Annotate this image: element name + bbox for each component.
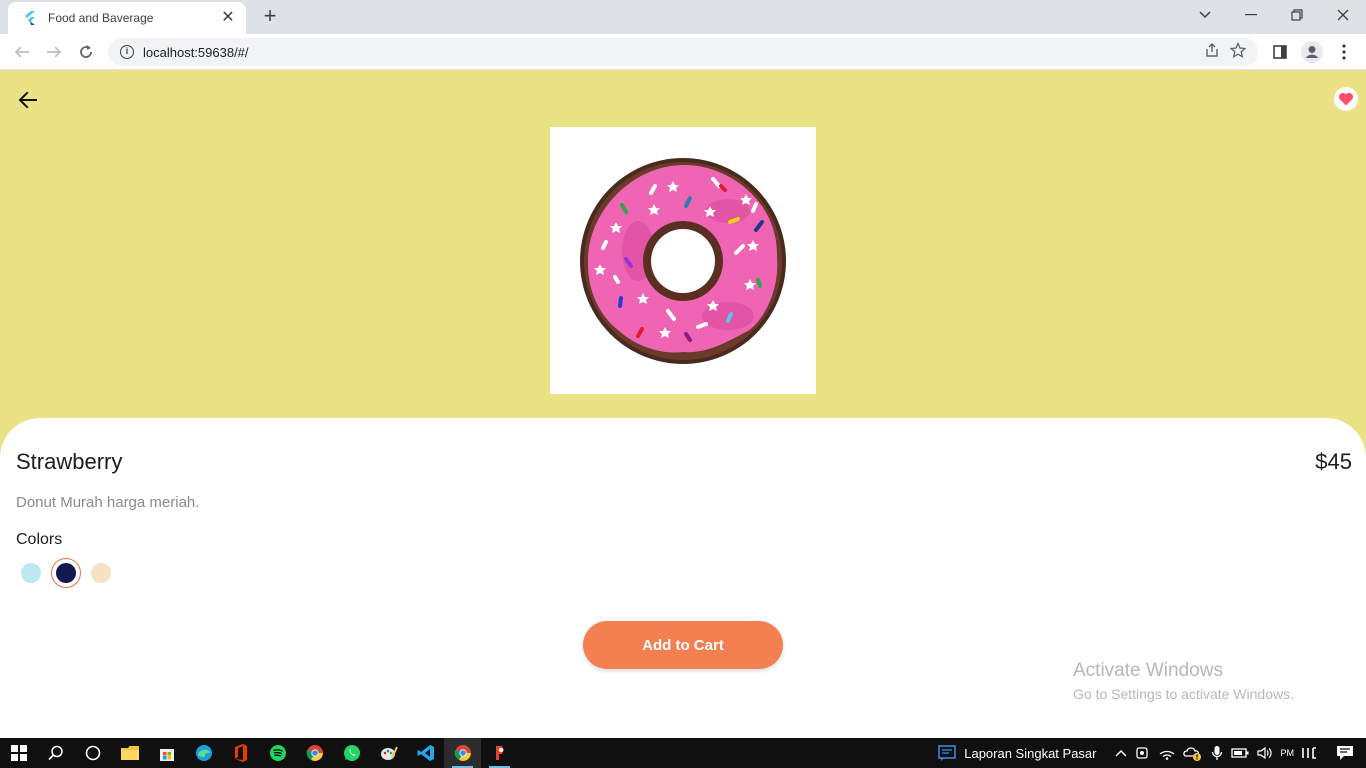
- task-view-icon[interactable]: [74, 738, 111, 768]
- forward-nav-icon[interactable]: [42, 40, 66, 64]
- bookmark-star-icon[interactable]: [1229, 41, 1247, 63]
- flutter-devtools-icon[interactable]: [481, 738, 518, 768]
- windows-activation-watermark: Activate Windows Go to Settings to activ…: [1073, 660, 1294, 702]
- onedrive-warning-icon[interactable]: [1179, 738, 1207, 768]
- edge-browser-icon[interactable]: [185, 738, 222, 768]
- volume-icon[interactable]: [1253, 738, 1277, 768]
- microsoft-store-icon[interactable]: [148, 738, 185, 768]
- flutter-favicon-icon: [22, 10, 38, 26]
- product-detail-screen: Strawberry $45 Donut Murah harga meriah.…: [0, 70, 1366, 738]
- browser-menu-icon[interactable]: [1332, 40, 1356, 64]
- watermark-title: Activate Windows: [1073, 660, 1223, 681]
- product-info-sheet: Strawberry $45 Donut Murah harga meriah.…: [0, 418, 1366, 738]
- product-price: $45: [1315, 449, 1352, 474]
- windows-taskbar: Laporan Singkat Pasar PM: [0, 738, 1366, 768]
- paint-app-icon[interactable]: [370, 738, 407, 768]
- watermark-subtitle: Go to Settings to activate Windows.: [1073, 686, 1294, 702]
- browser-toolbar: i localhost:59638/#/: [0, 34, 1366, 70]
- browser-tab-bar: Food and Baverage ✕ +: [0, 0, 1366, 34]
- notifications-icon[interactable]: [1322, 738, 1366, 768]
- tab-search-icon[interactable]: [1182, 0, 1228, 30]
- system-tray: Laporan Singkat Pasar PM: [934, 738, 1366, 768]
- camera-app-icon[interactable]: [1131, 738, 1155, 768]
- windows-start-icon[interactable]: [0, 738, 37, 768]
- url-text: localhost:59638/#/: [143, 44, 249, 60]
- wifi-icon[interactable]: [1155, 738, 1179, 768]
- browser-tab[interactable]: Food and Baverage ✕: [8, 2, 246, 34]
- color-swatch-cream[interactable]: [86, 558, 116, 588]
- chrome-icon[interactable]: [296, 738, 333, 768]
- vscode-icon[interactable]: [407, 738, 444, 768]
- profile-avatar-icon[interactable]: [1300, 40, 1324, 64]
- product-image: [550, 127, 816, 394]
- clock-icon[interactable]: [1296, 738, 1322, 768]
- battery-icon[interactable]: [1227, 738, 1253, 768]
- spotify-icon[interactable]: [259, 738, 296, 768]
- restore-icon[interactable]: [1274, 0, 1320, 30]
- favorite-heart-icon[interactable]: [1334, 87, 1358, 111]
- back-arrow-icon[interactable]: [16, 88, 40, 112]
- clock-period[interactable]: PM: [1277, 738, 1297, 768]
- notes-app-icon[interactable]: [934, 738, 960, 768]
- active-window-title[interactable]: Laporan Singkat Pasar: [960, 738, 1110, 768]
- window-controls: [1182, 0, 1366, 34]
- office-icon[interactable]: [222, 738, 259, 768]
- share-icon[interactable]: [1204, 42, 1220, 63]
- product-name: Strawberry: [16, 449, 123, 474]
- add-to-cart-button[interactable]: Add to Cart: [583, 621, 783, 669]
- address-bar[interactable]: i localhost:59638/#/: [108, 38, 1258, 66]
- side-panel-icon[interactable]: [1268, 40, 1292, 64]
- product-description: Donut Murah harga meriah.: [16, 494, 200, 511]
- file-explorer-icon[interactable]: [111, 738, 148, 768]
- donut-icon: [580, 157, 786, 364]
- whatsapp-icon[interactable]: [333, 738, 370, 768]
- chrome-active-icon[interactable]: [444, 738, 481, 768]
- reload-icon[interactable]: [74, 40, 98, 64]
- microphone-icon[interactable]: [1207, 738, 1227, 768]
- show-hidden-icons-chevron-up-icon[interactable]: [1111, 738, 1131, 768]
- color-swatch-light-blue[interactable]: [16, 558, 46, 588]
- swatch-dot: [21, 563, 41, 583]
- color-swatch-navy[interactable]: [51, 558, 81, 588]
- minimize-icon[interactable]: [1228, 0, 1274, 30]
- search-icon[interactable]: [37, 738, 74, 768]
- new-tab-icon[interactable]: +: [258, 5, 282, 28]
- colors-label: Colors: [16, 531, 63, 548]
- swatch-dot: [91, 563, 111, 583]
- site-info-icon[interactable]: i: [120, 45, 134, 59]
- close-window-icon[interactable]: [1320, 0, 1366, 30]
- tab-title: Food and Baverage: [48, 11, 154, 25]
- back-nav-icon[interactable]: [10, 40, 34, 64]
- color-swatches: [16, 558, 116, 588]
- close-tab-icon[interactable]: ✕: [220, 10, 236, 26]
- swatch-dot: [56, 563, 76, 583]
